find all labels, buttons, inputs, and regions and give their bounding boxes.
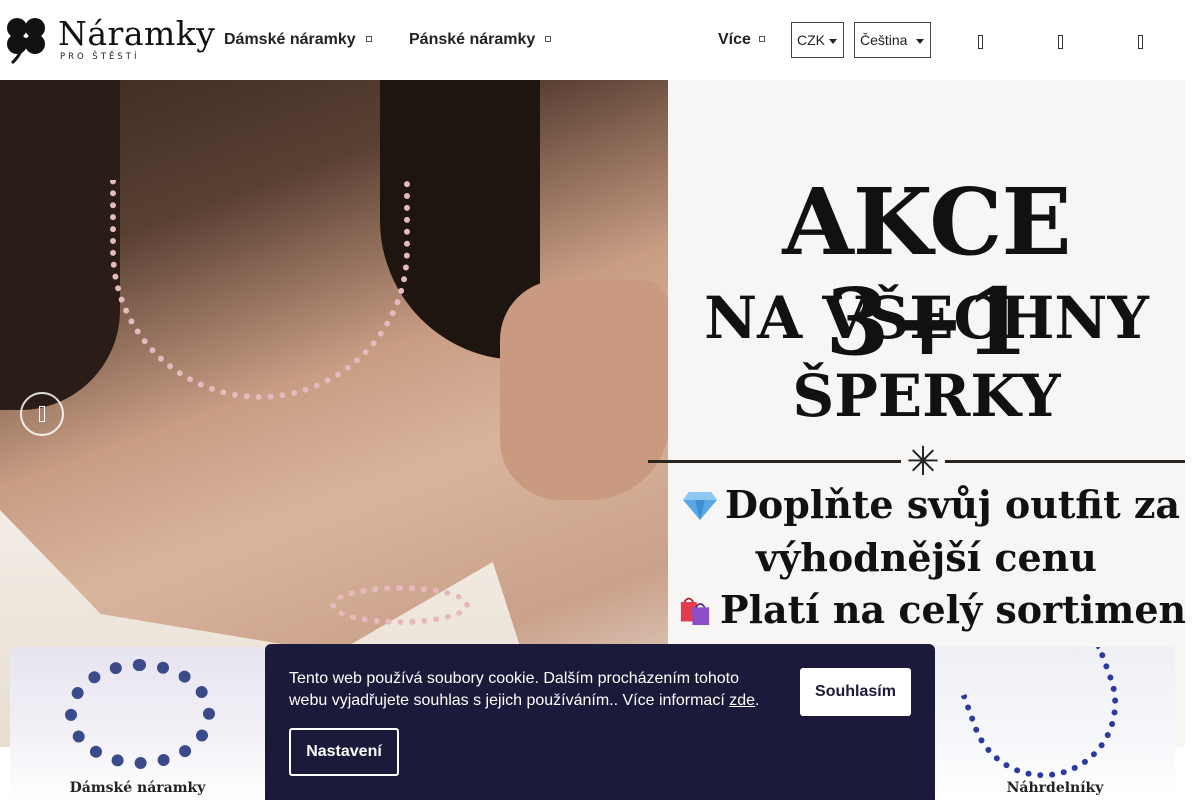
promo-line3-text: Platí na celý sortiment — [720, 587, 1185, 632]
logo-wordmark: Náramky — [58, 14, 216, 53]
shopping-bags-icon — [680, 597, 710, 625]
nav-label: Dámské náramky — [224, 31, 356, 48]
promo-subtitle-line1: NA VŠECHNY — [704, 284, 1149, 352]
category-tile-necklaces[interactable]: Náhrdelníky — [935, 647, 1175, 800]
chevron-down-icon — [365, 36, 372, 42]
necklace-image — [960, 647, 1140, 800]
promo-subtitle-line2: ŠPERKY — [792, 362, 1061, 430]
currency-value: CZK — [797, 32, 825, 48]
category-label: Náhrdelníky — [1006, 780, 1104, 796]
nav-more[interactable]: Více — [718, 30, 765, 50]
photo-hair-left — [0, 80, 120, 410]
cookie-settings-button[interactable]: Nastavení — [289, 728, 399, 776]
cookie-message: Tento web používá soubory cookie. Dalším… — [289, 668, 769, 712]
photo-hand — [500, 280, 670, 500]
site-header: Náramky PRO ŠTĚSTÍ Dámské náramky Pánské… — [0, 0, 1200, 80]
nav-more-label: Více — [718, 31, 751, 48]
caret-down-icon — [829, 39, 837, 44]
clover-icon — [7, 18, 45, 64]
cookie-more-info-link[interactable]: zde — [729, 692, 755, 709]
cookie-accept-button[interactable]: Souhlasím — [800, 668, 911, 716]
chevron-down-icon — [758, 36, 765, 42]
arrow-left-icon — [39, 406, 45, 422]
promo-line1: Doplňte svůj outfit za — [678, 480, 1185, 530]
category-label: Dámské náramky — [69, 780, 206, 796]
currency-select[interactable]: CZK — [791, 22, 844, 58]
bracelet-image — [65, 659, 215, 769]
slider-prev-button[interactable] — [20, 392, 64, 436]
language-select[interactable]: Čeština — [854, 22, 931, 58]
cookie-message-end: . — [755, 692, 760, 709]
cookie-message-text: Tento web používá soubory cookie. Dalším… — [289, 670, 740, 709]
user-icon[interactable] — [1058, 32, 1068, 50]
search-icon[interactable] — [978, 32, 988, 50]
category-tile-womens-bracelets[interactable]: Dámské náramky — [10, 647, 265, 800]
bracelet-image — [330, 585, 470, 625]
promo-line1-text: Doplňte svůj outfit za — [724, 482, 1181, 527]
cart-icon[interactable] — [1138, 32, 1148, 50]
ornament-star-icon: ✳ — [901, 440, 945, 484]
diamond-icon — [682, 492, 717, 520]
nav-mens-bracelets[interactable]: Pánské náramky — [409, 30, 552, 50]
promo-line3: Platí na celý sortiment — [678, 585, 1185, 635]
promo-line2: výhodnější cenu — [756, 535, 1097, 580]
site-logo[interactable]: Náramky PRO ŠTĚSTÍ — [4, 12, 215, 68]
nav-womens-bracelets[interactable]: Dámské náramky — [224, 30, 372, 50]
chevron-down-icon — [545, 36, 552, 42]
caret-down-icon — [916, 39, 924, 44]
language-value: Čeština — [860, 32, 908, 48]
logo-tagline: PRO ŠTĚSTÍ — [60, 52, 140, 62]
nav-label: Pánské náramky — [409, 31, 536, 48]
necklace-image — [110, 180, 410, 400]
cookie-banner: Tento web používá soubory cookie. Dalším… — [265, 644, 935, 800]
